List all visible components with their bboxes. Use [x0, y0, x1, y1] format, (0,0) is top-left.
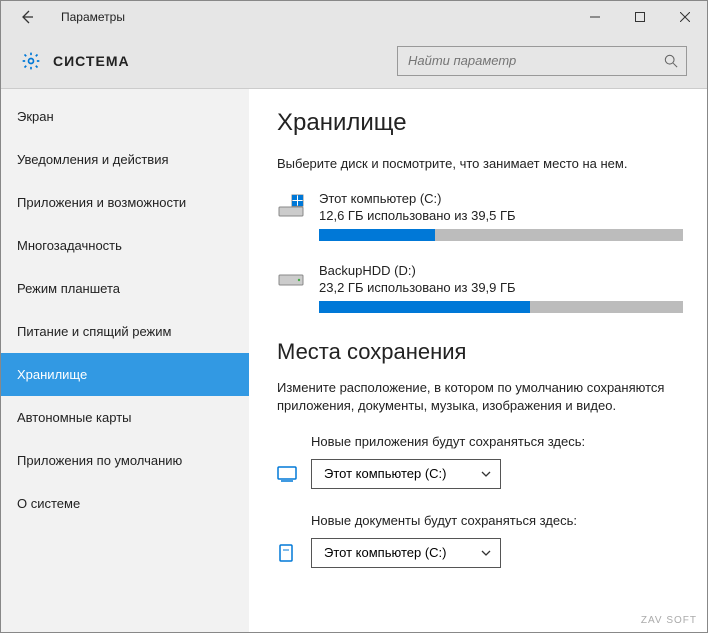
- sidebar-item-power-sleep[interactable]: Питание и спящий режим: [1, 310, 249, 353]
- sidebar-item-label: Автономные карты: [17, 410, 132, 425]
- docs-save-label: Новые документы будут сохраняться здесь:: [311, 513, 683, 528]
- sidebar-item-label: Хранилище: [17, 367, 87, 382]
- save-locations-title: Места сохранения: [277, 339, 683, 365]
- window-title: Параметры: [61, 10, 125, 24]
- sidebar-item-display[interactable]: Экран: [1, 95, 249, 138]
- sidebar-item-default-apps[interactable]: Приложения по умолчанию: [1, 439, 249, 482]
- apps-icon: [277, 464, 297, 484]
- search-input[interactable]: [398, 53, 656, 68]
- titlebar: Параметры: [1, 1, 707, 33]
- docs-save-dropdown[interactable]: Этот компьютер (C:): [311, 538, 501, 568]
- gear-icon: [21, 51, 41, 71]
- drive-used: 23,2 ГБ использовано из 39,9 ГБ: [319, 280, 683, 295]
- drive-name: BackupHDD (D:): [319, 263, 683, 278]
- dropdown-value: Этот компьютер (C:): [324, 545, 446, 560]
- back-arrow-icon: [19, 9, 35, 25]
- drive-info: Этот компьютер (C:) 12,6 ГБ использовано…: [319, 191, 683, 241]
- sidebar-item-label: Уведомления и действия: [17, 152, 169, 167]
- sidebar-item-label: Питание и спящий режим: [17, 324, 171, 339]
- close-button[interactable]: [662, 1, 707, 33]
- main-content: Хранилище Выберите диск и посмотрите, чт…: [249, 89, 707, 632]
- documents-icon: [277, 543, 297, 563]
- sidebar-item-label: Экран: [17, 109, 54, 124]
- sidebar-item-multitasking[interactable]: Многозадачность: [1, 224, 249, 267]
- drive-name: Этот компьютер (C:): [319, 191, 683, 206]
- storage-description: Выберите диск и посмотрите, что занимает…: [277, 155, 683, 173]
- sidebar-item-offline-maps[interactable]: Автономные карты: [1, 396, 249, 439]
- hdd-drive-icon: [277, 265, 309, 313]
- sidebar-item-label: Многозадачность: [17, 238, 122, 253]
- sidebar-item-about[interactable]: О системе: [1, 482, 249, 525]
- apps-save-label: Новые приложения будут сохраняться здесь…: [311, 434, 683, 449]
- window-controls: [572, 1, 707, 33]
- search-icon: [656, 54, 686, 68]
- header: СИСТЕМА: [1, 33, 707, 89]
- drive-progress: [319, 229, 683, 241]
- page-title: Хранилище: [277, 109, 683, 137]
- drive-used: 12,6 ГБ использовано из 39,5 ГБ: [319, 208, 683, 223]
- header-title: СИСТЕМА: [53, 53, 130, 69]
- minimize-button[interactable]: [572, 1, 617, 33]
- search-box[interactable]: [397, 46, 687, 76]
- dropdown-value: Этот компьютер (C:): [324, 466, 446, 481]
- back-button[interactable]: [9, 1, 45, 33]
- sidebar: Экран Уведомления и действия Приложения …: [1, 89, 249, 632]
- sidebar-item-storage[interactable]: Хранилище: [1, 353, 249, 396]
- sidebar-item-label: О системе: [17, 496, 80, 511]
- chevron-down-icon: [480, 547, 492, 559]
- sidebar-item-label: Приложения по умолчанию: [17, 453, 182, 468]
- sidebar-item-tablet-mode[interactable]: Режим планшета: [1, 267, 249, 310]
- sidebar-item-label: Режим планшета: [17, 281, 120, 296]
- watermark: ZAV SOFT: [641, 615, 697, 626]
- apps-save-dropdown[interactable]: Этот компьютер (C:): [311, 459, 501, 489]
- chevron-down-icon: [480, 468, 492, 480]
- maximize-button[interactable]: [617, 1, 662, 33]
- drive-c[interactable]: Этот компьютер (C:) 12,6 ГБ использовано…: [277, 191, 683, 241]
- drive-progress: [319, 301, 683, 313]
- drive-d[interactable]: BackupHDD (D:) 23,2 ГБ использовано из 3…: [277, 263, 683, 313]
- os-drive-icon: [277, 193, 309, 241]
- sidebar-item-apps-features[interactable]: Приложения и возможности: [1, 181, 249, 224]
- save-locations-description: Измените расположение, в котором по умол…: [277, 379, 683, 415]
- drive-info: BackupHDD (D:) 23,2 ГБ использовано из 3…: [319, 263, 683, 313]
- sidebar-item-label: Приложения и возможности: [17, 195, 186, 210]
- sidebar-item-notifications[interactable]: Уведомления и действия: [1, 138, 249, 181]
